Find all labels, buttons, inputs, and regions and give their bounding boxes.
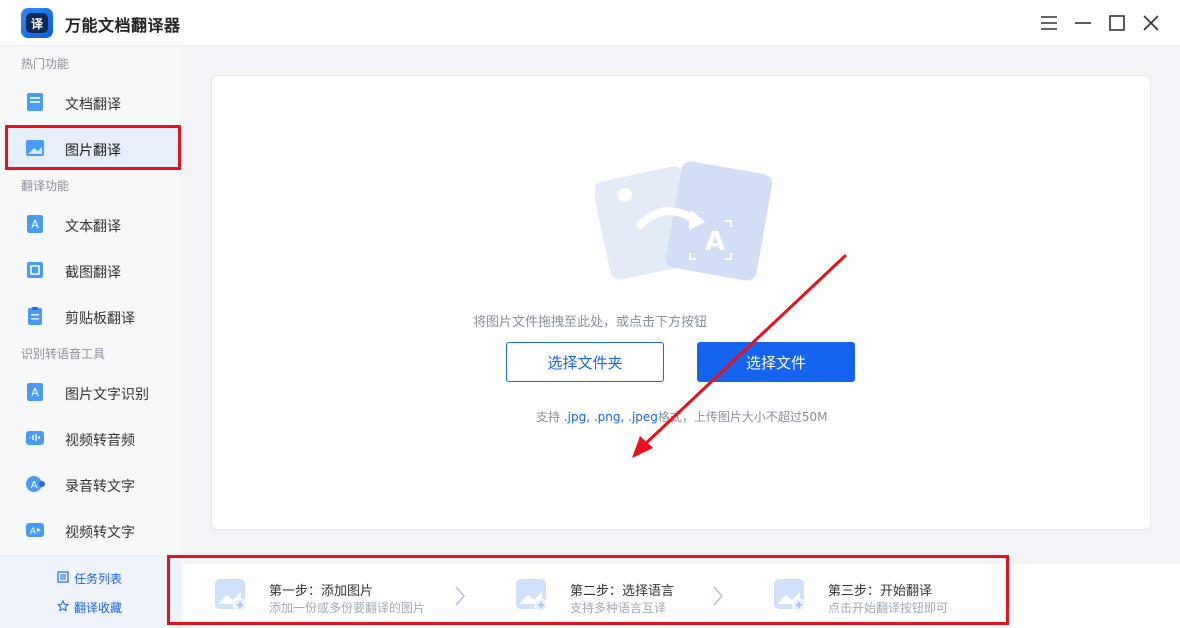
svg-text:A: A — [705, 227, 725, 257]
support-prefix: 支持 — [536, 410, 561, 424]
sidebar-item-label: 文本翻译 — [65, 219, 121, 235]
sidebar-item-label: 文档翻译 — [65, 97, 121, 113]
minimize-icon[interactable] — [1070, 10, 1096, 36]
highlight-box-steps — [167, 555, 1009, 625]
highlight-box-image-translate — [5, 125, 181, 170]
sidebar-item-document[interactable]: 文档翻译 — [8, 80, 180, 124]
screenshot-icon — [24, 259, 46, 281]
support-formats-text: 支持 .jpg, .png, .jpeg格式，上传图片大小不超过50M — [536, 408, 828, 425]
sidebar-item-screenshot[interactable]: 截图翻译 — [8, 248, 180, 292]
select-folder-button[interactable]: 选择文件夹 — [506, 342, 664, 382]
sidebar-item-video-text[interactable]: A 视频转文字 — [8, 508, 180, 552]
maximize-icon[interactable] — [1104, 10, 1130, 36]
favorites-link[interactable]: 翻译收藏 — [56, 599, 123, 616]
sidebar-item-label: 录音转文字 — [65, 479, 135, 495]
section-title-translate: 翻译功能 — [21, 179, 70, 193]
sidebar-bottom — [0, 555, 182, 628]
svg-text:A: A — [31, 480, 38, 491]
svg-text:A: A — [31, 218, 39, 231]
sidebar-item-video-audio[interactable]: 视频转音频 — [8, 416, 180, 460]
video-text-icon: A — [24, 519, 46, 541]
menu-icon[interactable] — [1036, 10, 1062, 36]
sidebar-item-label: 视频转音频 — [65, 433, 135, 449]
select-file-button[interactable]: 选择文件 — [697, 342, 855, 382]
list-icon — [57, 571, 69, 586]
sidebar-item-label: 图片文字识别 — [65, 387, 149, 403]
text-icon: A — [24, 213, 46, 235]
svg-text:A: A — [31, 386, 39, 399]
title-bar: 译 万能文档翻译器 — [0, 0, 1180, 46]
upload-drop-zone[interactable] — [211, 75, 1151, 530]
sidebar-item-ocr[interactable]: A 图片文字识别 — [8, 370, 180, 414]
section-title-recognition: 识别转语音工具 — [21, 347, 106, 361]
video-audio-icon — [24, 427, 46, 449]
close-icon[interactable] — [1138, 10, 1164, 36]
svg-text:A: A — [30, 527, 37, 537]
document-icon — [24, 91, 46, 113]
recording-icon: A — [24, 473, 46, 495]
drop-hint: 将图片文件拖拽至此处，或点击下方按钮 — [472, 315, 707, 330]
app-logo-text: 译 — [26, 13, 48, 33]
task-list-label: 任务列表 — [74, 572, 123, 586]
ocr-icon: A — [24, 381, 46, 403]
app-logo: 译 — [21, 8, 53, 38]
favorites-label: 翻译收藏 — [74, 601, 123, 615]
star-icon — [56, 599, 70, 615]
support-suffix: 格式，上传图片大小不超过50M — [657, 410, 828, 424]
sidebar-item-recording[interactable]: A 录音转文字 — [8, 462, 180, 506]
sidebar-item-label: 截图翻译 — [65, 265, 121, 281]
sidebar-item-text[interactable]: A 文本翻译 — [8, 202, 180, 246]
app-title: 万能文档翻译器 — [65, 16, 181, 35]
support-formats: .jpg, .png, .jpeg — [563, 410, 658, 424]
task-list-link[interactable]: 任务列表 — [57, 570, 122, 587]
sidebar-item-label: 视频转文字 — [65, 525, 135, 541]
upload-illustration: A — [593, 155, 775, 285]
section-title-hot: 热门功能 — [21, 57, 70, 71]
